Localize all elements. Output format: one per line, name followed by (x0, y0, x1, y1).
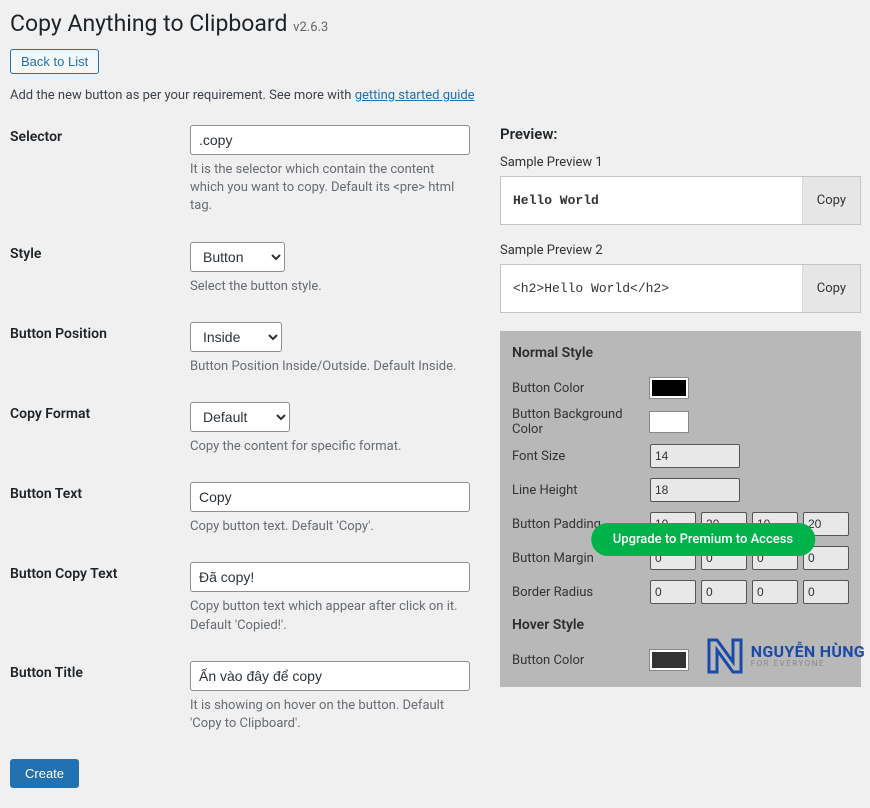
button-copy-text-label: Button Copy Text (10, 562, 190, 634)
button-title-hint: It is showing on hover on the button. De… (190, 697, 470, 733)
font-size-input[interactable] (650, 444, 740, 468)
sample1-label: Sample Preview 1 (500, 155, 861, 170)
button-copy-text-input[interactable] (190, 562, 470, 592)
intro-text: Add the new button as per your requireme… (10, 88, 850, 103)
position-select[interactable]: Inside (190, 322, 282, 352)
button-title-input[interactable] (190, 661, 470, 691)
logo-line1: NGUYỄN HÙNG (751, 644, 865, 660)
logo-watermark: NGUYỄN HÙNG FOR EVERYONE (705, 636, 865, 676)
radius-input-3[interactable] (803, 580, 849, 604)
preview-box-2: <h2>Hello World</h2> Copy (500, 264, 861, 313)
preview2-copy-button[interactable]: Copy (802, 265, 860, 312)
line-height-label: Line Height (512, 483, 650, 498)
style-hint: Select the button style. (190, 278, 470, 296)
back-to-list-button[interactable]: Back to List (10, 49, 99, 74)
preview1-content: Hello World (501, 177, 802, 224)
normal-style-heading: Normal Style (512, 345, 849, 361)
button-bg-swatch[interactable] (650, 412, 688, 432)
selector-label: Selector (10, 125, 190, 216)
button-text-label: Button Text (10, 482, 190, 536)
format-select[interactable]: Default (190, 402, 290, 432)
button-title-label: Button Title (10, 661, 190, 733)
preview1-copy-button[interactable]: Copy (802, 177, 860, 224)
logo-line2: FOR EVERYONE (751, 660, 865, 668)
button-text-input[interactable] (190, 482, 470, 512)
format-label: Copy Format (10, 402, 190, 456)
button-text-hint: Copy button text. Default 'Copy'. (190, 518, 470, 536)
hover-button-color-swatch[interactable] (650, 650, 688, 670)
radius-label: Border Radius (512, 585, 650, 600)
style-select[interactable]: Button (190, 242, 285, 272)
radius-input-1[interactable] (701, 580, 747, 604)
logo-icon (705, 636, 745, 676)
position-hint: Button Position Inside/Outside. Default … (190, 358, 470, 376)
button-color-label: Button Color (512, 381, 650, 396)
upgrade-premium-button[interactable]: Upgrade to Premium to Access (591, 523, 815, 556)
button-color-swatch[interactable] (650, 378, 688, 398)
format-hint: Copy the content for specific format. (190, 438, 470, 456)
selector-input[interactable] (190, 125, 470, 155)
title-text: Copy Anything to Clipboard (10, 10, 287, 37)
style-panel: Normal Style Button Color Button Backgro… (500, 331, 861, 687)
create-button[interactable]: Create (10, 759, 79, 788)
page-title: Copy Anything to Clipboard v2.6.3 (10, 10, 850, 37)
getting-started-link[interactable]: getting started guide (355, 88, 475, 103)
button-copy-text-hint: Copy button text which appear after clic… (190, 598, 470, 634)
position-label: Button Position (10, 322, 190, 376)
preview-box-1: Hello World Copy (500, 176, 861, 225)
radius-input-2[interactable] (752, 580, 798, 604)
line-height-input[interactable] (650, 478, 740, 502)
style-label: Style (10, 242, 190, 296)
hover-style-heading: Hover Style (512, 617, 849, 633)
button-bg-label: Button Background Color (512, 407, 650, 437)
preview2-content: <h2>Hello World</h2> (501, 265, 802, 312)
hover-button-color-label: Button Color (512, 653, 650, 668)
sample2-label: Sample Preview 2 (500, 243, 861, 258)
preview-heading: Preview: (500, 125, 861, 143)
radius-input-0[interactable] (650, 580, 696, 604)
version-text: v2.6.3 (293, 20, 328, 35)
selector-hint: It is the selector which contain the con… (190, 161, 470, 216)
font-size-label: Font Size (512, 449, 650, 464)
